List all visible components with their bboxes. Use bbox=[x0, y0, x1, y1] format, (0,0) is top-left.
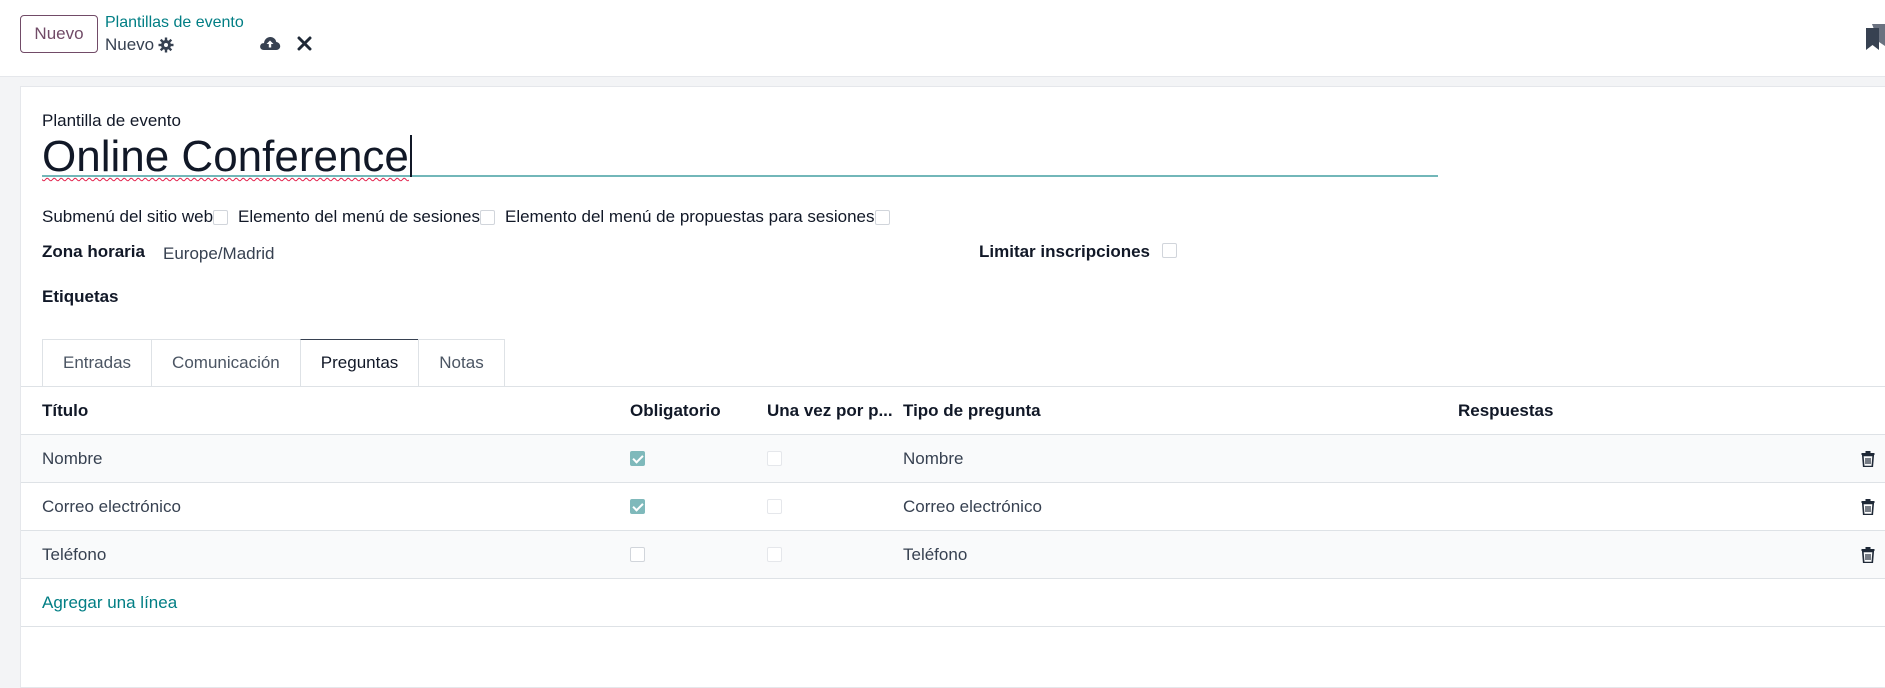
row-mandatory bbox=[630, 435, 645, 482]
questions-table: Título Obligatorio Una vez por p... Tipo… bbox=[21, 386, 1885, 627]
row-question-type: Teléfono bbox=[903, 544, 968, 564]
row-once-per bbox=[767, 435, 782, 482]
trash-icon[interactable] bbox=[1861, 450, 1875, 467]
template-name-label: Plantilla de evento bbox=[42, 111, 181, 130]
website-submenu-option: Submenú del sitio web bbox=[42, 207, 229, 227]
row-delete bbox=[1861, 531, 1875, 578]
website-submenu-label: Submenú del sitio web bbox=[42, 207, 214, 226]
text-caret bbox=[409, 135, 412, 177]
column-header-title[interactable]: Título bbox=[42, 387, 88, 434]
trash-icon[interactable] bbox=[1861, 546, 1875, 563]
row-question-type: Correo electrónico bbox=[903, 496, 1042, 516]
row-title: Nombre bbox=[42, 448, 103, 468]
proposals-menu-checkbox[interactable] bbox=[874, 209, 890, 225]
gear-icon[interactable] bbox=[158, 37, 174, 53]
tab-communication[interactable]: Comunicación bbox=[151, 339, 300, 386]
template-name-input[interactable]: Online Conference bbox=[42, 135, 1438, 179]
row-mandatory bbox=[630, 531, 645, 578]
row-question-type: Nombre bbox=[903, 448, 964, 468]
limit-registrations-checkbox[interactable] bbox=[1162, 243, 1177, 258]
menu-options-row: Submenú del sitio web Elemento del menú … bbox=[42, 207, 900, 227]
close-icon[interactable] bbox=[297, 36, 312, 51]
tab-notes[interactable]: Notas bbox=[418, 339, 505, 386]
proposals-menu-option: Elemento del menú de propuestas para ses… bbox=[505, 207, 890, 227]
add-line-link[interactable]: Agregar una línea bbox=[42, 579, 177, 626]
form-sheet: Plantilla de evento Online Conference Su… bbox=[20, 86, 1885, 688]
new-button[interactable]: Nuevo bbox=[20, 15, 98, 53]
column-header-question-type[interactable]: Tipo de pregunta bbox=[903, 387, 1041, 434]
column-header-mandatory[interactable]: Obligatorio bbox=[630, 387, 721, 434]
table-row[interactable]: Correo electrónico Correo electrónico bbox=[21, 483, 1885, 531]
add-line-row: Agregar una línea bbox=[21, 579, 1885, 627]
once-per-order-checkbox[interactable] bbox=[767, 499, 782, 514]
row-once-per bbox=[767, 531, 782, 578]
tab-tickets[interactable]: Entradas bbox=[42, 339, 152, 386]
mandatory-checkbox[interactable] bbox=[630, 499, 645, 514]
row-mandatory bbox=[630, 483, 645, 530]
bookmark-icon[interactable] bbox=[1866, 24, 1885, 50]
timezone-select[interactable]: Europe/Madrid bbox=[163, 244, 275, 264]
once-per-order-checkbox[interactable] bbox=[767, 451, 782, 466]
table-row[interactable]: Nombre Nombre bbox=[21, 435, 1885, 483]
row-title: Correo electrónico bbox=[42, 496, 181, 516]
breadcrumb-parent-link[interactable]: Plantillas de evento bbox=[105, 14, 244, 32]
mandatory-checkbox[interactable] bbox=[630, 547, 645, 562]
trash-icon[interactable] bbox=[1861, 498, 1875, 515]
timezone-label: Zona horaria bbox=[42, 242, 145, 261]
mandatory-checkbox[interactable] bbox=[630, 451, 645, 466]
table-header: Título Obligatorio Una vez por p... Tipo… bbox=[21, 387, 1885, 435]
template-name-value: Online Conference bbox=[42, 132, 409, 181]
sessions-menu-label: Elemento del menú de sesiones bbox=[238, 207, 480, 226]
control-panel: Nuevo Plantillas de evento Nuevo bbox=[0, 0, 1885, 77]
column-header-answers[interactable]: Respuestas bbox=[1458, 387, 1553, 434]
row-title: Teléfono bbox=[42, 544, 107, 564]
website-submenu-checkbox[interactable] bbox=[213, 209, 229, 225]
breadcrumb-current: Nuevo bbox=[105, 35, 174, 55]
breadcrumb-current-label: Nuevo bbox=[105, 35, 155, 54]
row-once-per bbox=[767, 483, 782, 530]
proposals-menu-label: Elemento del menú de propuestas para ses… bbox=[504, 207, 875, 226]
row-delete bbox=[1861, 483, 1875, 530]
sessions-menu-checkbox[interactable] bbox=[479, 209, 495, 225]
sessions-menu-option: Elemento del menú de sesiones bbox=[238, 207, 495, 227]
tab-questions[interactable]: Preguntas bbox=[299, 339, 419, 386]
tags-label: Etiquetas bbox=[42, 287, 119, 306]
limit-registrations-label: Limitar inscripciones bbox=[979, 242, 1150, 261]
column-header-once-per[interactable]: Una vez por p... bbox=[767, 387, 893, 434]
table-row[interactable]: Teléfono Teléfono bbox=[21, 531, 1885, 579]
row-delete bbox=[1861, 435, 1875, 482]
cloud-upload-icon[interactable] bbox=[259, 34, 281, 52]
notebook-tabs: Entradas Comunicación Preguntas Notas bbox=[42, 339, 505, 386]
once-per-order-checkbox[interactable] bbox=[767, 547, 782, 562]
